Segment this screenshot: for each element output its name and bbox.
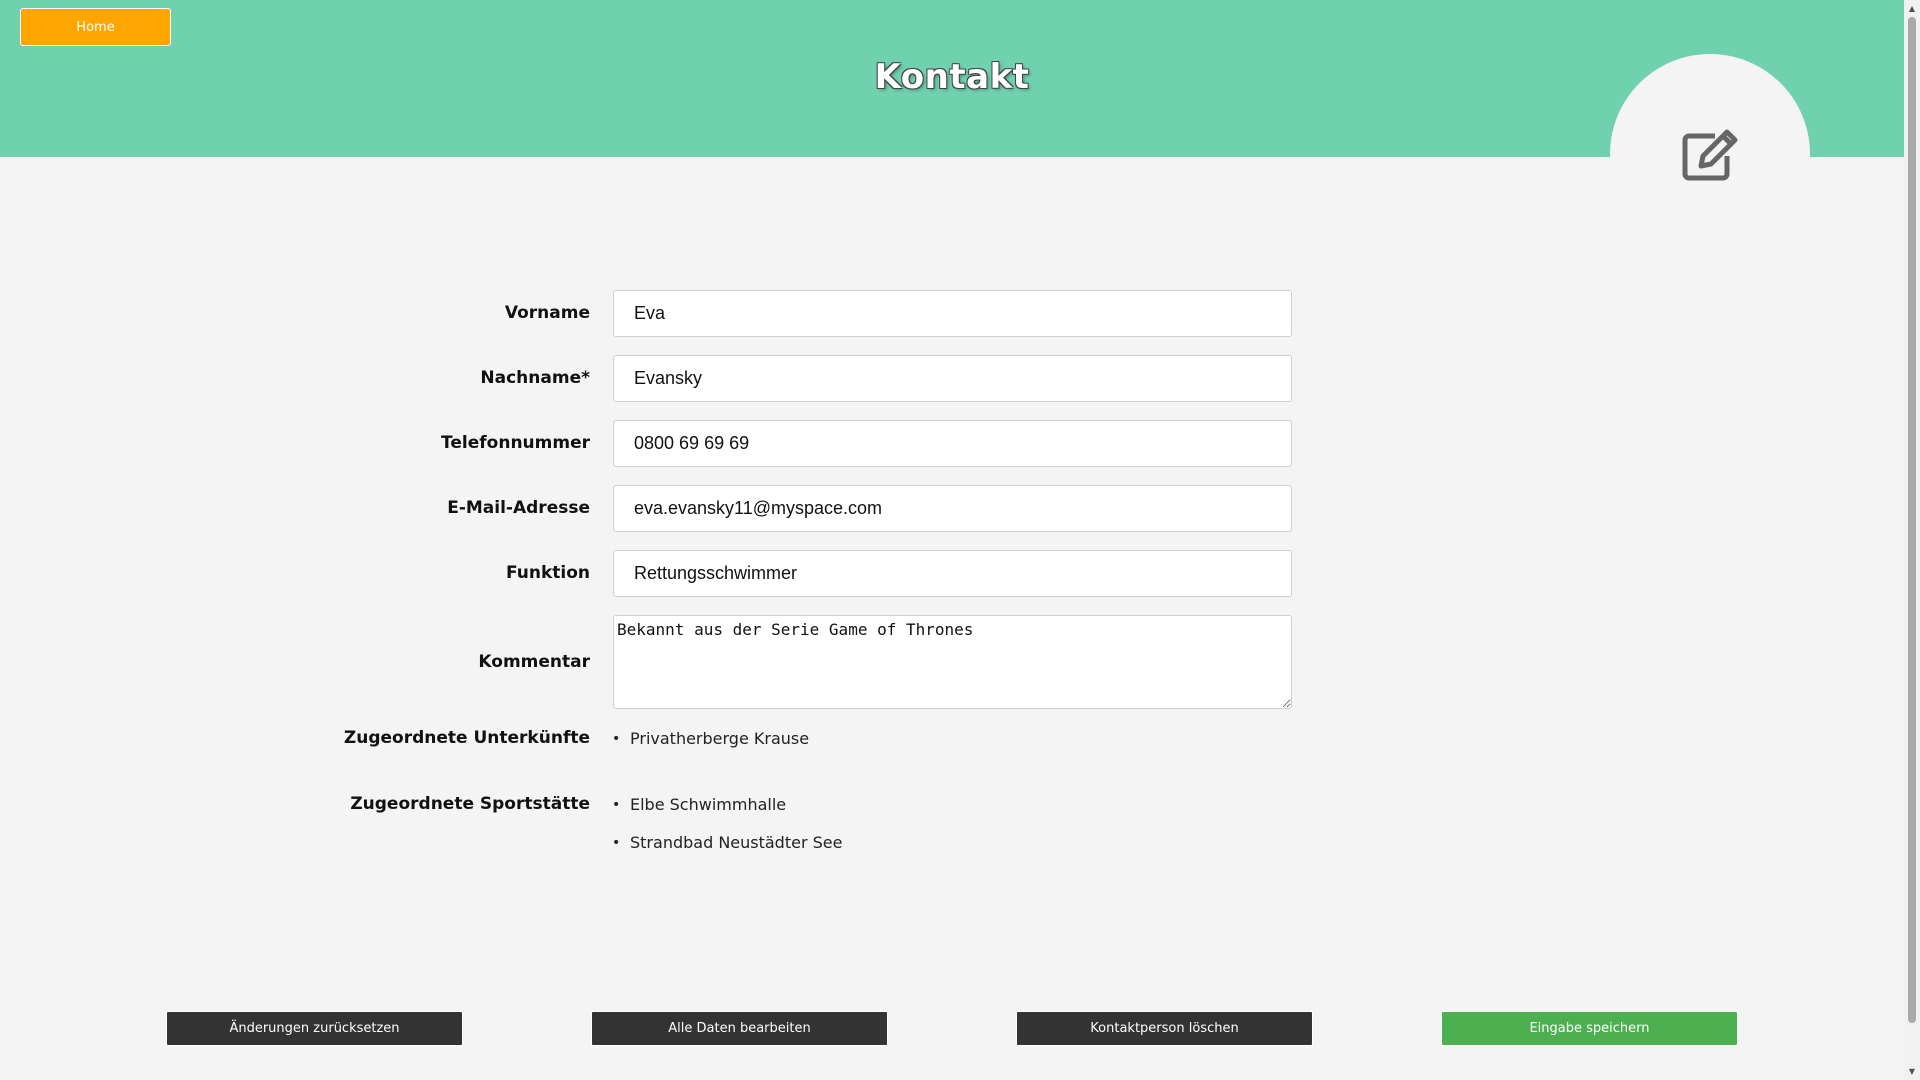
kommentar-textarea[interactable]: Bekannt aus der Serie Game of Thrones: [613, 615, 1292, 709]
nachname-label: Nachname*: [480, 368, 590, 388]
sportstaette-name: Strandbad Neustädter See: [630, 833, 843, 852]
telefon-label: Telefonnummer: [441, 433, 590, 453]
unterkuenfte-label: Zugeordnete Unterkünfte: [343, 728, 590, 748]
page-title: Kontakt: [874, 57, 1030, 97]
save-button[interactable]: Eingabe speichern: [1441, 1011, 1738, 1046]
list-item: • Strandbad Neustädter See: [612, 833, 843, 852]
sportstaetten-list: • Elbe Schwimmhalle • Strandbad Neustädt…: [612, 795, 842, 871]
vorname-label: Vorname: [504, 303, 590, 323]
nachname-field[interactable]: [613, 355, 1292, 402]
contact-avatar: [1610, 54, 1810, 254]
edit-icon: [1682, 129, 1738, 181]
unterkuenfte-list: • Privatherberge Krause: [612, 729, 809, 767]
home-button[interactable]: Home: [20, 8, 171, 46]
kommentar-label: Kommentar: [478, 652, 590, 672]
arrow-up-icon[interactable]: ▲: [1904, 0, 1920, 17]
telefon-field[interactable]: [613, 420, 1292, 467]
scrollbar-thumb[interactable]: [1908, 17, 1916, 1023]
edit-all-button[interactable]: Alle Daten bearbeiten: [591, 1011, 888, 1046]
reset-changes-button[interactable]: Änderungen zurücksetzen: [166, 1011, 463, 1046]
sportstaetten-label: Zugeordnete Sportstätte: [350, 794, 590, 814]
list-item: • Elbe Schwimmhalle: [612, 795, 787, 814]
email-label: E-Mail-Adresse: [447, 498, 590, 518]
delete-contact-button[interactable]: Kontaktperson löschen: [1016, 1011, 1313, 1046]
arrow-down-icon[interactable]: ▼: [1904, 1063, 1920, 1080]
vorname-field[interactable]: [613, 290, 1292, 337]
sportstaette-name: Elbe Schwimmhalle: [630, 795, 787, 814]
funktion-label: Funktion: [505, 563, 590, 583]
funktion-field[interactable]: [613, 550, 1292, 597]
email-field[interactable]: [613, 485, 1292, 532]
list-item: • Privatherberge Krause: [612, 729, 810, 748]
vertical-scrollbar[interactable]: ▲ ▼: [1904, 0, 1920, 1080]
unterkunft-name: Privatherberge Krause: [630, 729, 810, 748]
